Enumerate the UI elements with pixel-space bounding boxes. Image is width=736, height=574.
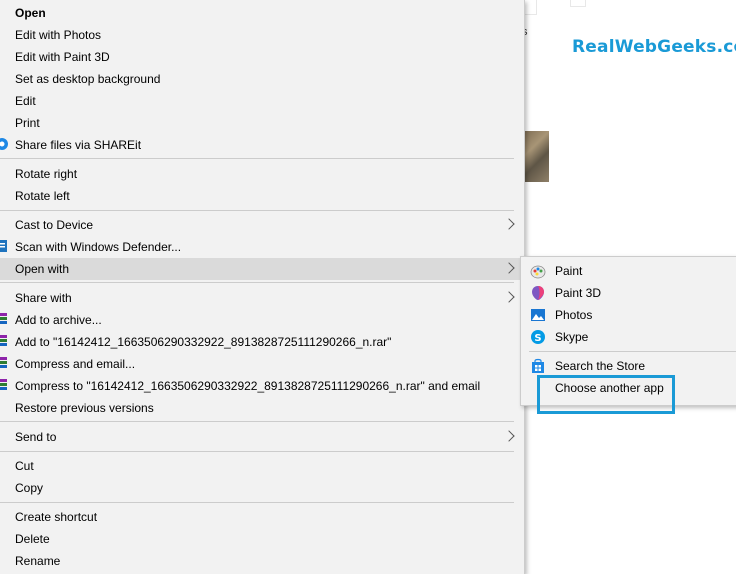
menu-item-label: Send to bbox=[15, 430, 57, 444]
menu-item-label: Edit with Photos bbox=[15, 28, 102, 42]
submenu-item-label: Paint 3D bbox=[555, 286, 602, 300]
menu-item-label: Copy bbox=[15, 481, 44, 495]
menu-item-label: Restore previous versions bbox=[15, 401, 154, 415]
menu-item-open[interactable]: Open bbox=[0, 2, 524, 24]
menu-item-label: Add to archive... bbox=[15, 313, 102, 327]
menu-separator bbox=[0, 451, 514, 452]
svg-text:S: S bbox=[534, 333, 541, 344]
annotation-highlight-box bbox=[537, 375, 675, 414]
submenu-item-photos[interactable]: Photos bbox=[521, 304, 736, 326]
menu-item-label: Print bbox=[15, 116, 40, 130]
menu-item-scan-with-defender[interactable]: Scan with Windows Defender... bbox=[0, 236, 524, 258]
menu-item-print[interactable]: Print bbox=[0, 112, 524, 134]
winrar-icon bbox=[0, 313, 7, 324]
menu-item-edit-with-paint-3d[interactable]: Edit with Paint 3D bbox=[0, 46, 524, 68]
chevron-right-icon bbox=[503, 291, 515, 303]
chevron-right-icon bbox=[503, 218, 515, 230]
menu-item-label: Add to "16142412_1663506290332922_891382… bbox=[15, 335, 392, 349]
menu-item-copy[interactable]: Copy bbox=[0, 477, 524, 499]
menu-item-add-to-rar[interactable]: Add to "16142412_1663506290332922_891382… bbox=[0, 331, 524, 353]
menu-item-delete[interactable]: Delete bbox=[0, 528, 524, 550]
menu-item-label: Cut bbox=[15, 459, 34, 473]
paint-3d-icon bbox=[532, 286, 544, 300]
menu-item-create-shortcut[interactable]: Create shortcut bbox=[0, 506, 524, 528]
menu-item-label: Share with bbox=[15, 291, 72, 305]
watermark-text: RealWebGeeks.com bbox=[572, 37, 736, 57]
menu-item-label: Edit with Paint 3D bbox=[15, 50, 110, 64]
menu-item-label: Share files via SHAREit bbox=[15, 138, 142, 152]
menu-item-cut[interactable]: Cut bbox=[0, 455, 524, 477]
paint-icon bbox=[530, 265, 546, 279]
chevron-right-icon bbox=[503, 262, 515, 274]
winrar-icon bbox=[0, 335, 7, 346]
submenu-item-label: Skype bbox=[555, 330, 589, 344]
menu-item-label: Set as desktop background bbox=[15, 72, 161, 86]
background-image-thumbnail bbox=[522, 131, 549, 182]
menu-separator bbox=[0, 282, 514, 283]
menu-item-label: Open with bbox=[15, 262, 70, 276]
menu-item-open-with[interactable]: Open with bbox=[0, 258, 524, 280]
shareit-icon bbox=[0, 138, 8, 150]
background-window-fragment bbox=[570, 0, 586, 7]
submenu-item-paint[interactable]: Paint bbox=[521, 260, 736, 282]
menu-item-label: Delete bbox=[15, 532, 50, 546]
menu-item-label: Edit bbox=[15, 94, 36, 108]
submenu-item-label: Photos bbox=[555, 308, 593, 322]
menu-item-compress-to-rar-and-email[interactable]: Compress to "16142412_1663506290332922_8… bbox=[0, 375, 524, 397]
chevron-right-icon bbox=[503, 430, 515, 442]
menu-item-label: Rotate left bbox=[15, 189, 70, 203]
menu-item-edit-with-photos[interactable]: Edit with Photos bbox=[0, 24, 524, 46]
menu-separator bbox=[0, 502, 514, 503]
menu-item-restore-previous-versions[interactable]: Restore previous versions bbox=[0, 397, 524, 419]
winrar-icon bbox=[0, 379, 7, 390]
skype-icon: S bbox=[531, 330, 545, 344]
submenu-item-search-the-store[interactable]: Search the Store bbox=[521, 355, 736, 377]
context-menu: Open Edit with Photos Edit with Paint 3D… bbox=[0, 0, 525, 574]
menu-item-compress-and-email[interactable]: Compress and email... bbox=[0, 353, 524, 375]
submenu-item-label: Paint bbox=[555, 264, 583, 278]
menu-separator bbox=[0, 158, 514, 159]
menu-item-label: Rename bbox=[15, 554, 61, 568]
menu-item-label: Open bbox=[15, 6, 46, 20]
menu-item-label: Create shortcut bbox=[15, 510, 98, 524]
submenu-separator bbox=[529, 351, 736, 352]
menu-separator bbox=[0, 210, 514, 211]
menu-item-rotate-right[interactable]: Rotate right bbox=[0, 163, 524, 185]
menu-item-rotate-left[interactable]: Rotate left bbox=[0, 185, 524, 207]
submenu-item-paint-3d[interactable]: Paint 3D bbox=[521, 282, 736, 304]
menu-item-label: Cast to Device bbox=[15, 218, 94, 232]
photos-icon bbox=[531, 309, 545, 321]
menu-item-edit[interactable]: Edit bbox=[0, 90, 524, 112]
menu-separator bbox=[0, 421, 514, 422]
menu-item-label: Compress and email... bbox=[15, 357, 136, 371]
menu-item-label: Compress to "16142412_1663506290332922_8… bbox=[15, 379, 481, 393]
menu-item-share-with[interactable]: Share with bbox=[0, 287, 524, 309]
menu-item-label: Rotate right bbox=[15, 167, 78, 181]
windows-defender-icon bbox=[0, 240, 7, 252]
winrar-icon bbox=[0, 357, 7, 368]
menu-item-label: Scan with Windows Defender... bbox=[15, 240, 182, 254]
store-icon bbox=[532, 358, 544, 373]
menu-item-send-to[interactable]: Send to bbox=[0, 426, 524, 448]
menu-item-set-desktop-background[interactable]: Set as desktop background bbox=[0, 68, 524, 90]
submenu-item-label: Search the Store bbox=[555, 359, 646, 373]
menu-item-share-via-shareit[interactable]: Share files via SHAREit bbox=[0, 134, 524, 156]
menu-item-add-to-archive[interactable]: Add to archive... bbox=[0, 309, 524, 331]
menu-item-cast-to-device[interactable]: Cast to Device bbox=[0, 214, 524, 236]
submenu-item-skype[interactable]: S Skype bbox=[521, 326, 736, 348]
menu-item-rename[interactable]: Rename bbox=[0, 550, 524, 572]
